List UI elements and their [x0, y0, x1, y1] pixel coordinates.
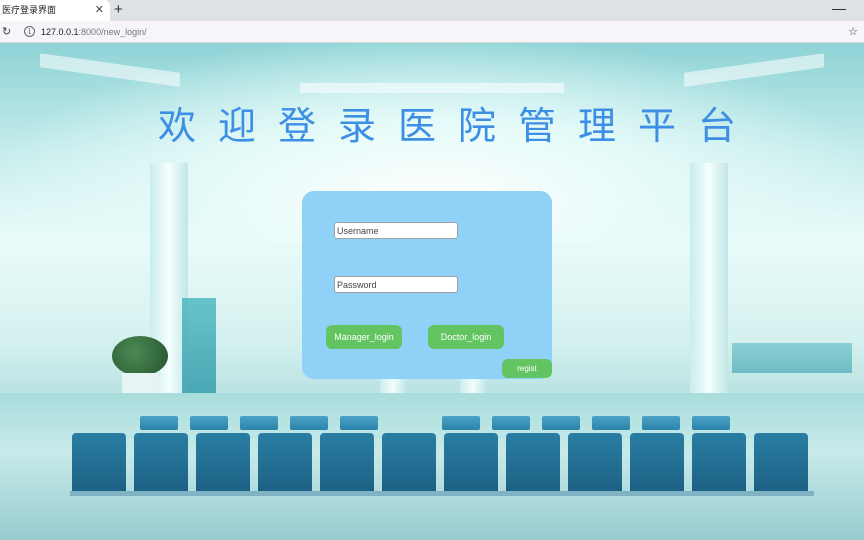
url-host: 127.0.0.1 [41, 27, 79, 37]
minimize-icon[interactable]: — [832, 0, 846, 16]
star-icon[interactable]: ☆ [848, 21, 858, 43]
regist-button[interactable]: regist [502, 359, 552, 378]
username-input[interactable] [334, 222, 458, 239]
close-icon[interactable]: ✕ [95, 0, 104, 21]
login-panel: Manager_login Doctor_login [302, 191, 552, 379]
info-icon[interactable]: i [24, 26, 35, 37]
plus-icon[interactable]: + [114, 0, 123, 20]
url-field[interactable]: 127.0.0.1:8000/new_login/ [41, 21, 147, 43]
manager-login-button[interactable]: Manager_login [326, 325, 402, 349]
tab-title: 医疗登录界面 [2, 5, 57, 15]
address-bar: ↻ i 127.0.0.1:8000/new_login/ ☆ [0, 21, 864, 43]
url-path: :8000/new_login/ [78, 27, 147, 37]
page-viewport: 欢迎登录医院管理平台 Manager_login Doctor_login re… [0, 43, 864, 540]
reload-icon[interactable]: ↻ [2, 21, 11, 43]
page-title: 欢迎登录医院管理平台 [158, 104, 759, 148]
tab-bar: 医疗登录界面 ✕ + — [0, 0, 864, 21]
password-input[interactable] [334, 276, 458, 293]
browser-tab[interactable]: 医疗登录界面 ✕ [0, 0, 110, 21]
doctor-login-button[interactable]: Doctor_login [428, 325, 504, 349]
